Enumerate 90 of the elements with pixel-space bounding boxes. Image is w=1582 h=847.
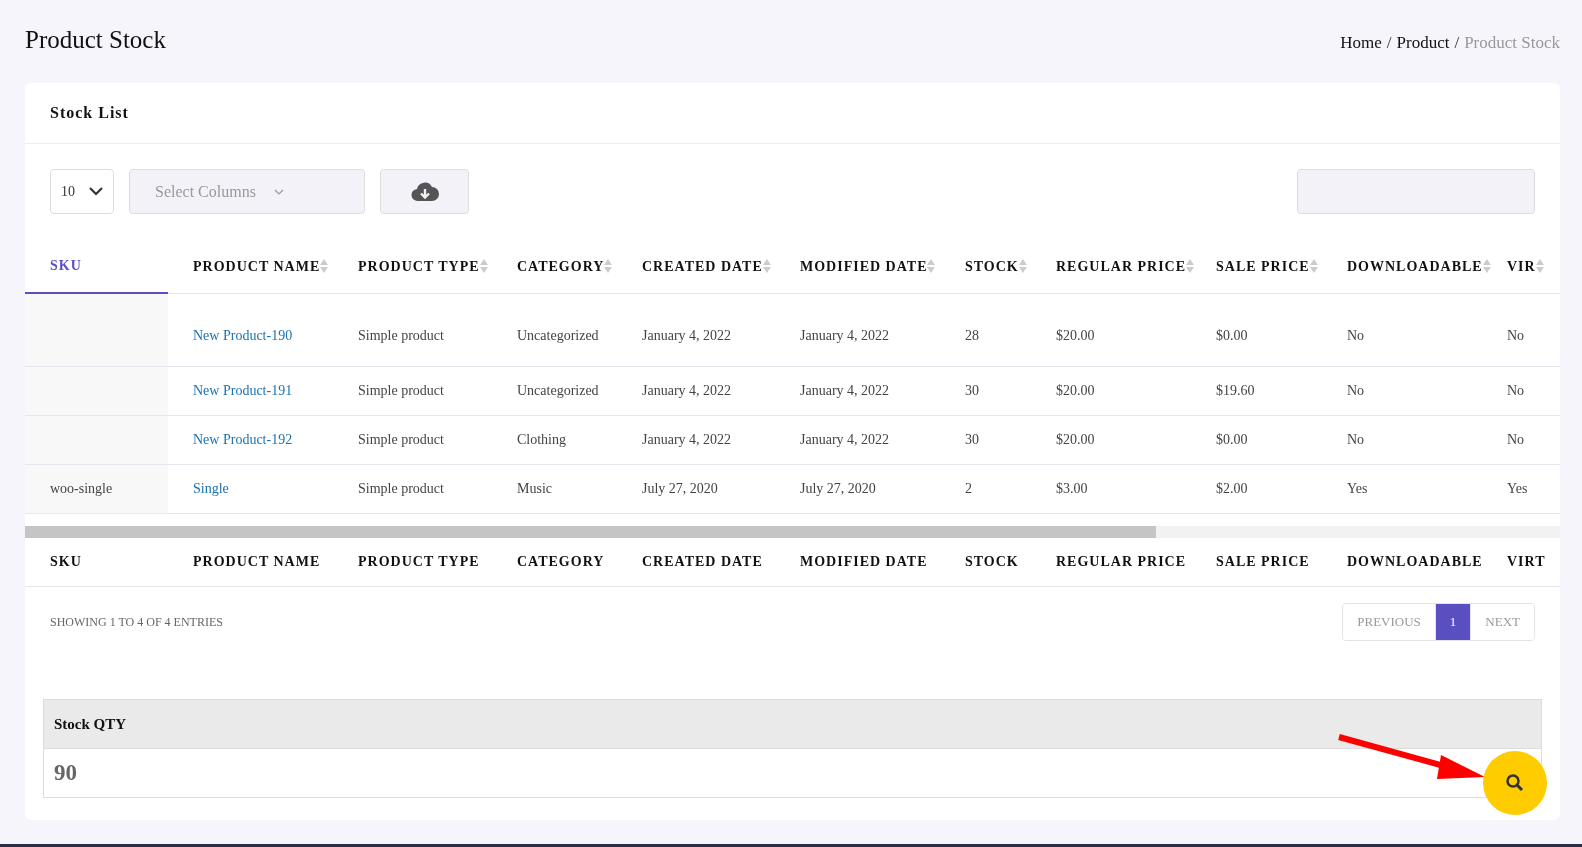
column-footer: CREATED DATE <box>617 538 775 587</box>
download-button[interactable] <box>380 169 469 214</box>
table-cell: Music <box>492 464 617 514</box>
column-header[interactable]: CREATED DATE <box>617 240 775 293</box>
column-footer: CATEGORY <box>492 538 617 587</box>
table-cell: No <box>1322 366 1482 416</box>
table-cell: No <box>1482 415 1560 465</box>
column-header[interactable]: MODIFIED DATE <box>775 240 940 293</box>
pagination-button[interactable]: 1 <box>1434 604 1472 640</box>
column-header[interactable]: VIR <box>1482 240 1560 293</box>
table-cell: $0.00 <box>1191 293 1322 367</box>
table-cell: $20.00 <box>1031 415 1191 465</box>
search-icon <box>1505 773 1525 793</box>
page-size-select[interactable]: 10 <box>50 169 114 214</box>
column-footer: PRODUCT NAME <box>168 538 333 587</box>
chevron-down-icon <box>273 188 284 195</box>
table-cell: January 4, 2022 <box>617 366 775 416</box>
table-cell: January 4, 2022 <box>617 293 775 367</box>
column-footer: STOCK <box>940 538 1031 587</box>
column-footer: SALE PRICE <box>1191 538 1322 587</box>
sort-icon <box>479 257 488 274</box>
table-cell[interactable]: New Product-191 <box>168 366 333 416</box>
table-cell: $0.00 <box>1191 415 1322 465</box>
table-cell: Yes <box>1322 464 1482 514</box>
table-cell: 28 <box>940 293 1031 367</box>
table-cell: $20.00 <box>1031 366 1191 416</box>
table-cell[interactable]: New Product-192 <box>168 415 333 465</box>
sort-icon <box>1482 257 1491 274</box>
table-cell: $19.60 <box>1191 366 1322 416</box>
table-cell: January 4, 2022 <box>775 366 940 416</box>
sort-icon <box>1309 257 1318 274</box>
stock-qty-label: Stock QTY <box>54 715 127 733</box>
breadcrumb-separator: / <box>1454 33 1460 52</box>
table-cell: No <box>1322 293 1482 367</box>
table-cell: Simple product <box>333 464 492 514</box>
column-header[interactable]: REGULAR PRICE <box>1031 240 1191 293</box>
table-cell: Simple product <box>333 293 492 367</box>
cloud-download-icon <box>410 180 439 203</box>
entries-info: SHOWING 1 TO 4 OF 4 ENTRIES <box>50 614 223 630</box>
table-cell: $2.00 <box>1191 464 1322 514</box>
column-footer: PRODUCT TYPE <box>333 538 492 587</box>
sort-icon <box>604 257 613 274</box>
breadcrumb-link[interactable]: Product <box>1396 33 1450 52</box>
card-title: Stock List <box>50 104 129 122</box>
table-cell: Uncategorized <box>492 366 617 416</box>
breadcrumb-separator: / <box>1386 33 1392 52</box>
table-cell: January 4, 2022 <box>775 293 940 367</box>
page-title: Product Stock <box>25 26 166 54</box>
table-cell[interactable]: New Product-190 <box>168 293 333 367</box>
table-cell: 2 <box>940 464 1031 514</box>
table-cell: Simple product <box>333 415 492 465</box>
column-footer: SKU <box>25 538 168 587</box>
chevron-down-icon <box>89 187 103 196</box>
table-cell: Clothing <box>492 415 617 465</box>
column-footer: REGULAR PRICE <box>1031 538 1191 587</box>
table-cell: 30 <box>940 415 1031 465</box>
scrollbar-thumb[interactable] <box>25 526 1156 538</box>
table-cell: Uncategorized <box>492 293 617 367</box>
table-cell: July 27, 2020 <box>617 464 775 514</box>
column-footer: MODIFIED DATE <box>775 538 940 587</box>
sort-icon <box>1535 257 1544 274</box>
table-cell: January 4, 2022 <box>775 415 940 465</box>
column-header[interactable]: SALE PRICE <box>1191 240 1322 293</box>
table-cell[interactable]: Single <box>168 464 333 514</box>
search-field[interactable] <box>1297 169 1535 214</box>
column-header[interactable]: PRODUCT NAME <box>168 240 333 293</box>
table-cell: No <box>1482 366 1560 416</box>
breadcrumb-link[interactable]: Home <box>1340 33 1382 52</box>
table-cell: Yes <box>1482 464 1560 514</box>
column-header[interactable]: DOWNLOADABLE <box>1322 240 1482 293</box>
stock-qty-value: 90 <box>54 760 77 786</box>
column-footer: VIRT <box>1482 538 1560 587</box>
sort-icon <box>1186 257 1195 274</box>
table-cell: $3.00 <box>1031 464 1191 514</box>
table-cell: July 27, 2020 <box>775 464 940 514</box>
table-cell: woo-single <box>25 464 168 514</box>
table-cell: January 4, 2022 <box>617 415 775 465</box>
column-header[interactable]: STOCK <box>940 240 1031 293</box>
table-cell: 30 <box>940 366 1031 416</box>
sort-icon <box>1018 257 1027 274</box>
table-cell: Simple product <box>333 366 492 416</box>
column-header[interactable]: PRODUCT TYPE <box>333 240 492 293</box>
column-footer: DOWNLOADABLE <box>1322 538 1482 587</box>
table-cell: $20.00 <box>1031 293 1191 367</box>
sort-icon <box>762 257 771 274</box>
column-header[interactable]: CATEGORY <box>492 240 617 293</box>
sort-icon <box>927 257 936 274</box>
table-cell: No <box>1322 415 1482 465</box>
sort-icon <box>320 257 329 274</box>
table-cell: No <box>1482 293 1560 367</box>
